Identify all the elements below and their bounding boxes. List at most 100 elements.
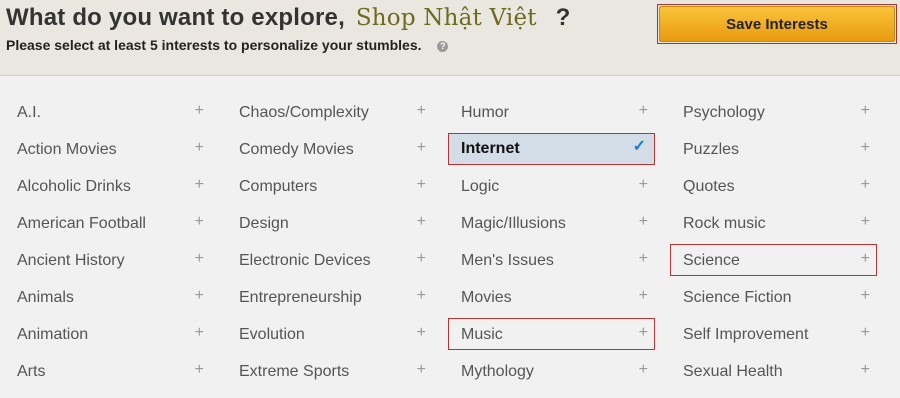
interest-label: Internet xyxy=(461,140,520,157)
interest-label: Music xyxy=(461,326,503,343)
interest-item-men-s-issues[interactable]: Men's Issues + xyxy=(444,242,656,279)
plus-icon[interactable]: + xyxy=(195,214,204,230)
plus-icon[interactable]: + xyxy=(861,140,870,156)
interest-item-quotes[interactable]: Quotes + xyxy=(666,168,878,205)
check-icon[interactable]: ✓ xyxy=(633,139,646,155)
interest-item-american-football[interactable]: American Football + xyxy=(0,205,212,242)
plus-icon[interactable]: + xyxy=(861,214,870,230)
interest-label: Alcoholic Drinks xyxy=(17,178,131,195)
title-question-mark: ? xyxy=(555,4,571,31)
plus-icon[interactable]: + xyxy=(861,288,870,304)
save-interests-button[interactable]: Save Interests xyxy=(659,6,895,42)
interest-item-music[interactable]: Music + xyxy=(444,316,656,353)
interest-label: Men's Issues xyxy=(461,252,554,269)
interest-label: Humor xyxy=(461,104,510,121)
interest-label: Chaos/Complexity xyxy=(239,104,369,121)
interest-item-arts[interactable]: Arts + xyxy=(0,353,212,390)
interest-item-design[interactable]: Design + xyxy=(222,205,434,242)
interest-item-sexual-health[interactable]: Sexual Health + xyxy=(666,353,878,390)
plus-icon[interactable]: + xyxy=(195,177,204,193)
plus-icon[interactable]: + xyxy=(417,251,426,267)
interest-item-a-i[interactable]: A.I. + xyxy=(0,94,212,131)
interest-item-chaos-complexity[interactable]: Chaos/Complexity + xyxy=(222,94,434,131)
interest-item-science-fiction[interactable]: Science Fiction + xyxy=(666,279,878,316)
plus-icon[interactable]: + xyxy=(417,362,426,378)
interest-item-electronic-devices[interactable]: Electronic Devices + xyxy=(222,242,434,279)
plus-icon[interactable]: + xyxy=(195,251,204,267)
subtitle: Please select at least 5 interests to pe… xyxy=(6,37,449,53)
interest-item-psychology[interactable]: Psychology + xyxy=(666,94,878,131)
help-icon[interactable]: ? xyxy=(437,40,449,52)
subtitle-text: Please select at least 5 interests to pe… xyxy=(6,37,422,53)
interest-item-science[interactable]: Science + xyxy=(666,242,878,279)
interest-label: Quotes xyxy=(683,178,735,195)
interest-item-computers[interactable]: Computers + xyxy=(222,168,434,205)
page-title: What do you want to explore, Shop Nhật V… xyxy=(6,4,570,32)
interest-item-self-improvement[interactable]: Self Improvement + xyxy=(666,316,878,353)
interest-label: Animation xyxy=(17,326,89,343)
interest-item-puzzles[interactable]: Puzzles + xyxy=(666,131,878,168)
interest-item-ancient-history[interactable]: Ancient History + xyxy=(0,242,212,279)
interest-label: Puzzles xyxy=(683,141,740,158)
interest-label: Science Fiction xyxy=(683,289,792,306)
brand-name: Shop Nhật Việt xyxy=(355,5,537,31)
interest-label: Entrepreneurship xyxy=(239,289,362,306)
plus-icon[interactable]: + xyxy=(195,325,204,341)
plus-icon[interactable]: + xyxy=(195,288,204,304)
plus-icon[interactable]: + xyxy=(861,362,870,378)
interest-item-movies[interactable]: Movies + xyxy=(444,279,656,316)
plus-icon[interactable]: + xyxy=(861,177,870,193)
interest-label: Sexual Health xyxy=(683,363,783,380)
plus-icon[interactable]: + xyxy=(639,177,648,193)
interest-label: Ancient History xyxy=(17,252,125,269)
plus-icon[interactable]: + xyxy=(417,288,426,304)
interest-label: Animals xyxy=(17,289,74,306)
interest-item-extreme-sports[interactable]: Extreme Sports + xyxy=(222,353,434,390)
plus-icon[interactable]: + xyxy=(639,214,648,230)
interest-label: Action Movies xyxy=(17,141,117,158)
interest-item-alcoholic-drinks[interactable]: Alcoholic Drinks + xyxy=(0,168,212,205)
plus-icon[interactable]: + xyxy=(639,288,648,304)
interest-label: Comedy Movies xyxy=(239,141,354,158)
interest-label: American Football xyxy=(17,215,146,232)
plus-icon[interactable]: + xyxy=(639,251,648,267)
plus-icon[interactable]: + xyxy=(417,103,426,119)
interest-item-evolution[interactable]: Evolution + xyxy=(222,316,434,353)
interest-label: Magic/Illusions xyxy=(461,215,566,232)
interest-item-entrepreneurship[interactable]: Entrepreneurship + xyxy=(222,279,434,316)
interest-label: Rock music xyxy=(683,215,766,232)
interest-item-comedy-movies[interactable]: Comedy Movies + xyxy=(222,131,434,168)
plus-icon[interactable]: + xyxy=(195,103,204,119)
interest-label: Science xyxy=(683,252,740,269)
interest-label: Logic xyxy=(461,178,500,195)
plus-icon[interactable]: + xyxy=(861,251,870,267)
interest-item-mythology[interactable]: Mythology + xyxy=(444,353,656,390)
plus-icon[interactable]: + xyxy=(861,325,870,341)
interest-label: Evolution xyxy=(239,326,305,343)
interest-label: Movies xyxy=(461,289,512,306)
interest-label: Computers xyxy=(239,178,318,195)
plus-icon[interactable]: + xyxy=(417,325,426,341)
plus-icon[interactable]: + xyxy=(417,177,426,193)
interest-item-rock-music[interactable]: Rock music + xyxy=(666,205,878,242)
title-text: What do you want to explore, xyxy=(6,4,345,31)
plus-icon[interactable]: + xyxy=(195,362,204,378)
interest-item-magic-illusions[interactable]: Magic/Illusions + xyxy=(444,205,656,242)
interest-item-animation[interactable]: Animation + xyxy=(0,316,212,353)
save-button-frame: Save Interests xyxy=(657,4,897,44)
interest-item-action-movies[interactable]: Action Movies + xyxy=(0,131,212,168)
interest-item-humor[interactable]: Humor + xyxy=(444,94,656,131)
plus-icon[interactable]: + xyxy=(639,103,648,119)
interest-item-animals[interactable]: Animals + xyxy=(0,279,212,316)
plus-icon[interactable]: + xyxy=(639,325,648,341)
plus-icon[interactable]: + xyxy=(861,103,870,119)
plus-icon[interactable]: + xyxy=(417,140,426,156)
interest-item-internet[interactable]: Internet ✓ xyxy=(444,131,656,168)
interest-label: Mythology xyxy=(461,363,534,380)
interest-label: Psychology xyxy=(683,104,765,121)
plus-icon[interactable]: + xyxy=(639,362,648,378)
interest-item-logic[interactable]: Logic + xyxy=(444,168,656,205)
interest-label: Design xyxy=(239,215,289,232)
plus-icon[interactable]: + xyxy=(417,214,426,230)
plus-icon[interactable]: + xyxy=(195,140,204,156)
